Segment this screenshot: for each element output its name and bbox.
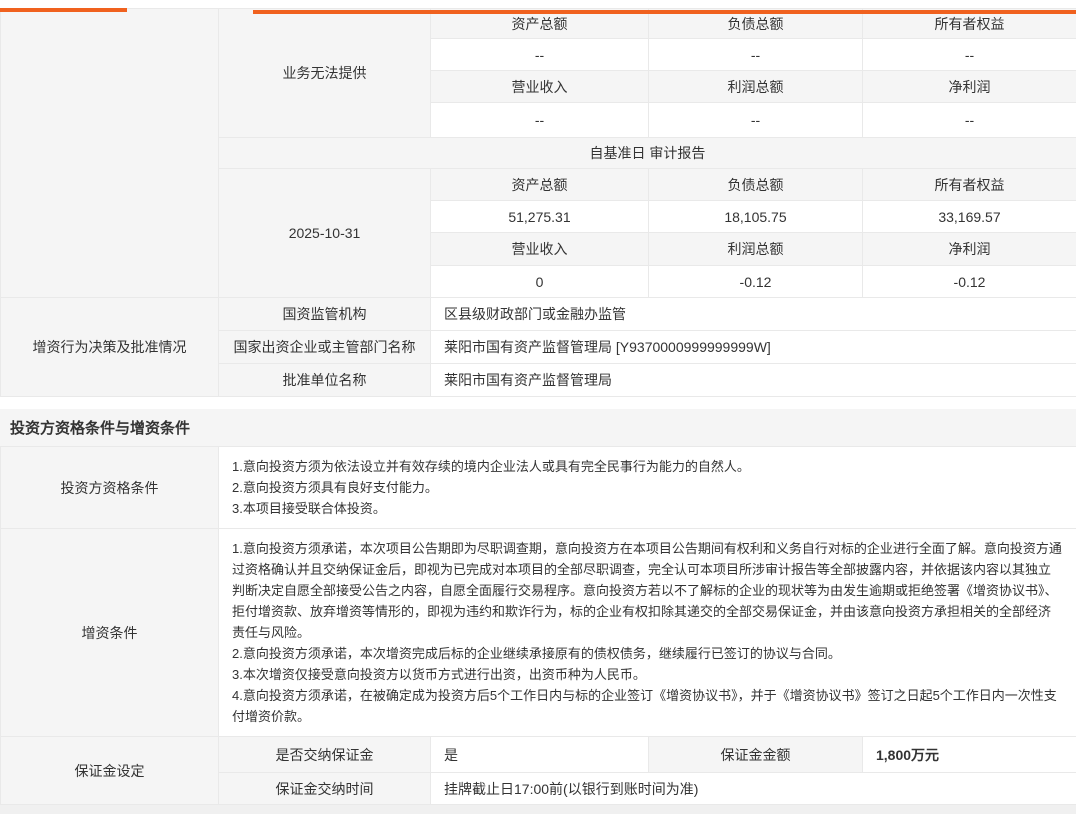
- audit-operating-revenue-value: 0: [431, 266, 649, 298]
- table-row: 保证金设定 是否交纳保证金 是 保证金金额 1,800万元: [1, 737, 1076, 773]
- col-header-total-assets: 资产总额: [431, 169, 649, 201]
- approving-unit-label: 批准单位名称: [219, 364, 431, 397]
- col-header-total-profit: 利润总额: [649, 71, 863, 103]
- state-funded-enterprise-label: 国家出资企业或主管部门名称: [219, 331, 431, 364]
- prior-total-assets-value: --: [431, 39, 649, 71]
- condition-item: 3.本次增资仅接受意向投资方以货币方式进行出资，出资币种为人民币。: [232, 664, 1063, 685]
- condition-item: 1.意向投资方须承诺，本次项目公告期即为尽职调查期，意向投资方在本项目公告期间有…: [232, 538, 1063, 643]
- state-funded-enterprise-value: 莱阳市国有资产监督管理局 [Y9370000999999999W]: [431, 331, 1076, 364]
- prior-net-profit-value: --: [863, 103, 1076, 138]
- qualification-item: 1.意向投资方须为依法设立并有效存续的境内企业法人或具有完全民事行为能力的自然人…: [232, 456, 1063, 477]
- outer-label-continuation-cell: [1, 9, 219, 298]
- qualification-content: 1.意向投资方须为依法设立并有效存续的境内企业法人或具有完全民事行为能力的自然人…: [219, 447, 1076, 529]
- condition-item: 4.意向投资方须承诺，在被确定成为投资方后5个工作日内与标的企业签订《增资协议书…: [232, 685, 1063, 727]
- regulator-label: 国资监管机构: [219, 298, 431, 331]
- deposit-required-value: 是: [431, 737, 649, 773]
- audit-total-liabilities-value: 18,105.75: [649, 201, 863, 233]
- deposit-amount-value: 1,800万元: [863, 737, 1076, 773]
- project-detail-page: 业务无法提供 资产总额 负债总额 所有者权益 -- -- -- 营业收入 利润总…: [0, 8, 1076, 814]
- audit-base-date-label: 2025-10-31: [219, 169, 431, 298]
- audit-total-profit-value: -0.12: [649, 266, 863, 298]
- table-row: 增资行为决策及批准情况 国资监管机构 区县级财政部门或金融办监管: [1, 298, 1076, 331]
- page-bottom-strip: [0, 805, 1076, 814]
- prior-period-row-label: 业务无法提供: [219, 9, 431, 138]
- conditions-section-title: 投资方资格条件与增资条件: [0, 409, 1076, 446]
- prior-total-liabilities-value: --: [649, 39, 863, 71]
- col-header-total-profit: 利润总额: [649, 233, 863, 266]
- prior-total-profit-value: --: [649, 103, 863, 138]
- qualification-item: 3.本项目接受联合体投资。: [232, 498, 1063, 519]
- tab-underline-bar: [0, 8, 1076, 16]
- table-row: 投资方资格条件 1.意向投资方须为依法设立并有效存续的境内企业法人或具有完全民事…: [1, 447, 1076, 529]
- deposit-section-label: 保证金设定: [1, 737, 219, 805]
- col-header-net-profit: 净利润: [863, 233, 1076, 266]
- qualification-label: 投资方资格条件: [1, 447, 219, 529]
- deposit-required-label: 是否交纳保证金: [219, 737, 431, 773]
- audit-report-banner: 自基准日 审计报告: [219, 138, 1076, 169]
- col-header-operating-revenue: 营业收入: [431, 71, 649, 103]
- col-header-net-profit: 净利润: [863, 71, 1076, 103]
- deposit-amount-label: 保证金金额: [649, 737, 863, 773]
- tab-underline-right-segment: [253, 10, 1076, 14]
- capital-increase-conditions-label: 增资条件: [1, 529, 219, 737]
- qualification-item: 2.意向投资方须具有良好支付能力。: [232, 477, 1063, 498]
- tab-underline-left-segment: [0, 8, 127, 12]
- prior-owner-equity-value: --: [863, 39, 1076, 71]
- audit-total-assets-value: 51,275.31: [431, 201, 649, 233]
- deposit-time-label: 保证金交纳时间: [219, 773, 431, 805]
- enterprise-financials-table: 业务无法提供 资产总额 负债总额 所有者权益 -- -- -- 营业收入 利润总…: [0, 8, 1076, 397]
- approval-section-label: 增资行为决策及批准情况: [1, 298, 219, 397]
- approving-unit-value: 莱阳市国有资产监督管理局: [431, 364, 1076, 397]
- condition-item: 2.意向投资方须承诺，本次增资完成后标的企业继续承接原有的债权债务，继续履行已签…: [232, 643, 1063, 664]
- audit-owner-equity-value: 33,169.57: [863, 201, 1076, 233]
- investor-conditions-table: 投资方资格条件 1.意向投资方须为依法设立并有效存续的境内企业法人或具有完全民事…: [0, 446, 1076, 805]
- prior-operating-revenue-value: --: [431, 103, 649, 138]
- capital-increase-conditions-content: 1.意向投资方须承诺，本次项目公告期即为尽职调查期，意向投资方在本项目公告期间有…: [219, 529, 1076, 737]
- section-gap: [0, 397, 1076, 409]
- audit-net-profit-value: -0.12: [863, 266, 1076, 298]
- col-header-operating-revenue: 营业收入: [431, 233, 649, 266]
- col-header-total-liabilities: 负债总额: [649, 169, 863, 201]
- table-row: 增资条件 1.意向投资方须承诺，本次项目公告期即为尽职调查期，意向投资方在本项目…: [1, 529, 1076, 737]
- regulator-value: 区县级财政部门或金融办监管: [431, 298, 1076, 331]
- col-header-owner-equity: 所有者权益: [863, 169, 1076, 201]
- deposit-time-value: 挂牌截止日17:00前(以银行到账时间为准): [431, 773, 1076, 805]
